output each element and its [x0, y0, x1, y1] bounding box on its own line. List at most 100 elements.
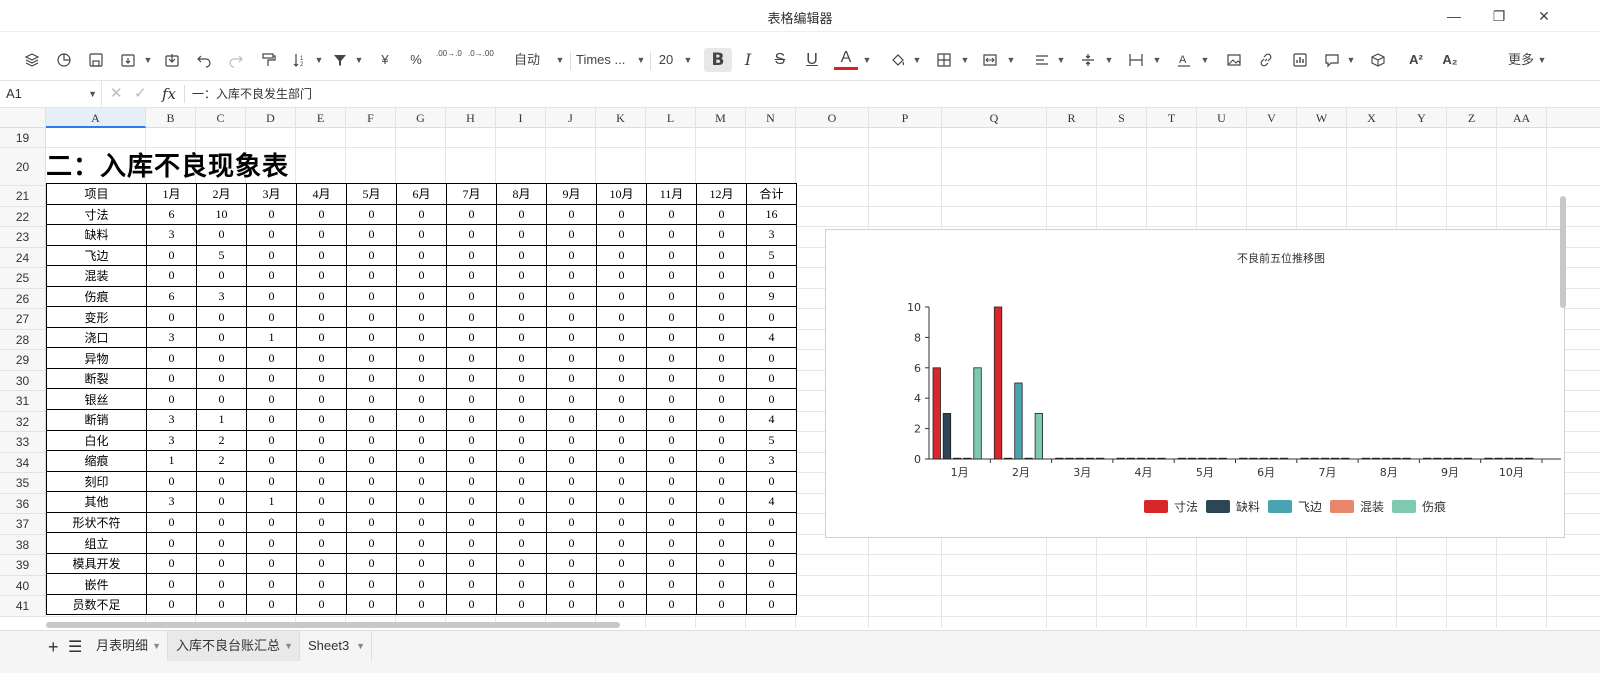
table-header-cell[interactable]: 6月 — [396, 183, 447, 205]
align-left-icon[interactable] — [1030, 48, 1054, 72]
table-cell[interactable]: 0 — [546, 532, 597, 554]
table-cell[interactable]: 0 — [346, 347, 397, 369]
sort-icon[interactable]: 12 — [288, 48, 312, 72]
table-cell[interactable]: 飞边 — [46, 244, 147, 267]
column-header-b[interactable]: B — [146, 108, 196, 128]
table-cell[interactable]: 0 — [396, 388, 447, 411]
table-cell[interactable]: 0 — [446, 470, 497, 493]
table-cell[interactable]: 0 — [646, 203, 697, 226]
table-cell[interactable]: 4 — [746, 409, 797, 431]
table-cell[interactable]: 0 — [296, 552, 347, 575]
chevron-down-icon[interactable]: ▼ — [1056, 48, 1066, 72]
table-cell[interactable]: 0 — [196, 347, 247, 369]
table-cell[interactable]: 1 — [246, 491, 297, 513]
table-cell[interactable]: 0 — [196, 573, 247, 595]
table-cell[interactable]: 0 — [596, 552, 647, 575]
table-cell[interactable]: 0 — [646, 511, 697, 534]
table-cell[interactable]: 0 — [346, 326, 397, 349]
table-cell[interactable]: 0 — [496, 203, 547, 226]
table-cell[interactable]: 0 — [746, 573, 797, 595]
formula-input[interactable]: 一：入库不良发生部门 — [192, 81, 312, 107]
table-cell[interactable]: 断销 — [46, 409, 147, 431]
chevron-down-icon[interactable]: ▼ — [960, 48, 970, 72]
table-cell[interactable]: 0 — [346, 470, 397, 493]
add-sheet-button[interactable]: + — [48, 637, 59, 658]
function-icon[interactable]: fx — [162, 81, 176, 107]
table-cell[interactable]: 0 — [446, 285, 497, 308]
table-cell[interactable]: 0 — [146, 347, 197, 369]
table-cell[interactable]: 0 — [396, 450, 447, 472]
table-cell[interactable]: 0 — [646, 326, 697, 349]
table-cell[interactable]: 0 — [346, 265, 397, 287]
row-header-21[interactable]: 21 — [0, 186, 46, 207]
merge-cells-icon[interactable] — [978, 48, 1002, 72]
table-cell[interactable]: 0 — [596, 326, 647, 349]
table-cell[interactable]: 0 — [396, 532, 447, 554]
chevron-down-icon[interactable]: ▼ — [1006, 48, 1016, 72]
table-header-cell[interactable]: 4月 — [296, 183, 347, 205]
table-cell[interactable]: 0 — [746, 593, 797, 616]
table-cell[interactable]: 0 — [596, 285, 647, 308]
column-header-g[interactable]: G — [396, 108, 446, 128]
table-cell[interactable]: 0 — [296, 491, 347, 513]
column-header-v[interactable]: V — [1247, 108, 1297, 128]
column-header-o[interactable]: O — [796, 108, 869, 128]
table-cell[interactable]: 0 — [346, 593, 397, 616]
table-cell[interactable]: 0 — [696, 224, 747, 246]
row-header-26[interactable]: 26 — [0, 288, 46, 309]
table-cell[interactable]: 0 — [596, 470, 647, 493]
table-cell[interactable]: 0 — [746, 265, 797, 287]
table-cell[interactable]: 0 — [546, 593, 597, 616]
table-cell[interactable]: 异物 — [46, 347, 147, 369]
table-cell[interactable]: 0 — [246, 429, 297, 452]
table-cell[interactable]: 5 — [746, 244, 797, 267]
column-header-a[interactable]: A — [46, 108, 146, 128]
restore-button[interactable]: ❐ — [1489, 6, 1509, 26]
row-header-39[interactable]: 39 — [0, 555, 46, 576]
table-cell[interactable]: 员数不足 — [46, 593, 147, 616]
table-cell[interactable]: 0 — [346, 573, 397, 595]
column-header-h[interactable]: H — [446, 108, 496, 128]
filter-icon[interactable] — [328, 48, 352, 72]
table-cell[interactable]: 0 — [146, 244, 197, 267]
table-cell[interactable]: 0 — [346, 224, 397, 246]
table-cell[interactable]: 0 — [346, 388, 397, 411]
table-cell[interactable]: 0 — [496, 367, 547, 390]
table-cell[interactable]: 0 — [196, 265, 247, 287]
table-cell[interactable]: 0 — [696, 347, 747, 369]
table-cell[interactable]: 0 — [196, 326, 247, 349]
table-cell[interactable]: 0 — [646, 306, 697, 328]
column-header-t[interactable]: T — [1147, 108, 1197, 128]
row-header-23[interactable]: 23 — [0, 227, 46, 248]
column-header-x[interactable]: X — [1347, 108, 1397, 128]
table-cell[interactable]: 4 — [746, 326, 797, 349]
table-cell[interactable]: 0 — [246, 552, 297, 575]
table-cell[interactable]: 3 — [146, 491, 197, 513]
table-cell[interactable]: 0 — [496, 285, 547, 308]
column-width-icon[interactable] — [1124, 48, 1148, 72]
underline-button[interactable]: U — [800, 48, 824, 72]
table-cell[interactable]: 3 — [746, 450, 797, 472]
table-cell[interactable]: 0 — [146, 511, 197, 534]
table-cell[interactable]: 0 — [246, 470, 297, 493]
sheet-tab[interactable]: 月表明细 ▼ — [88, 631, 168, 661]
table-cell[interactable]: 0 — [696, 450, 747, 472]
decrease-decimal-button[interactable]: .00→.0 — [436, 48, 462, 72]
format-painter-icon[interactable] — [256, 48, 280, 72]
table-cell[interactable]: 0 — [246, 203, 297, 226]
table-cell[interactable]: 0 — [546, 244, 597, 267]
table-cell[interactable]: 0 — [646, 265, 697, 287]
table-cell[interactable]: 混装 — [46, 265, 147, 287]
table-cell[interactable]: 0 — [396, 265, 447, 287]
table-cell[interactable]: 0 — [196, 491, 247, 513]
table-header-cell[interactable]: 12月 — [696, 183, 747, 205]
table-cell[interactable]: 0 — [146, 306, 197, 328]
table-cell[interactable]: 0 — [346, 532, 397, 554]
table-cell[interactable]: 0 — [496, 552, 547, 575]
row-header-37[interactable]: 37 — [0, 514, 46, 535]
table-cell[interactable]: 0 — [446, 244, 497, 267]
table-cell[interactable]: 0 — [196, 552, 247, 575]
vertical-align-icon[interactable] — [1076, 48, 1100, 72]
table-cell[interactable]: 缺料 — [46, 224, 147, 246]
table-cell[interactable]: 0 — [696, 265, 747, 287]
